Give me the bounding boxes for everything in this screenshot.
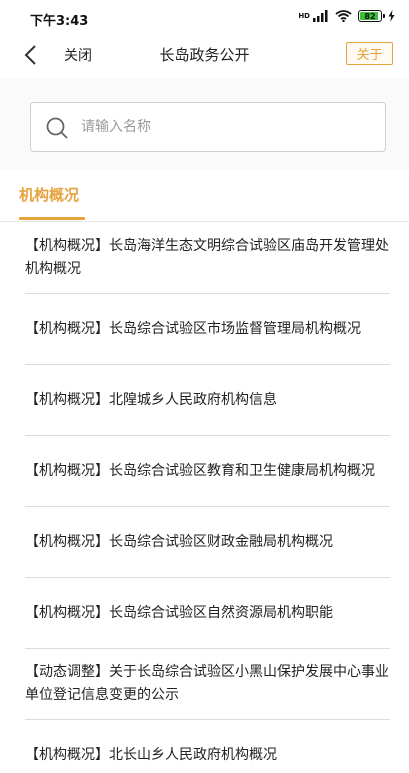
charging-icon — [388, 10, 395, 22]
wifi-icon — [335, 10, 352, 22]
list-item-title: 【机构概况】北隍城乡人民政府机构信息 — [25, 391, 277, 408]
close-button[interactable]: 关闭 — [64, 45, 92, 65]
status-bar: 下午3:43 HD 82 — [0, 0, 409, 36]
list-item[interactable]: 【机构概况】北长山乡人民政府机构概况 — [25, 720, 390, 773]
search-box[interactable] — [30, 102, 386, 152]
navigation-bar: 关闭 长岛政务公开 关于 — [0, 36, 409, 78]
article-list: 【机构概况】长岛海洋生态文明综合试验区庙岛开发管理处机构概况 【机构概况】长岛综… — [0, 223, 409, 773]
list-item-title: 【机构概况】长岛海洋生态文明综合试验区庙岛开发管理处机构概况 — [25, 238, 389, 277]
list-item[interactable]: 【机构概况】长岛海洋生态文明综合试验区庙岛开发管理处机构概况 — [25, 223, 390, 294]
battery-indicator: 82 — [358, 10, 385, 22]
network-type-label: HD — [298, 11, 310, 20]
battery-level-text: 82 — [364, 11, 376, 21]
status-icons: HD 82 — [298, 10, 395, 22]
list-item-title: 【机构概况】长岛综合试验区教育和卫生健康局机构概况 — [25, 462, 375, 479]
list-item[interactable]: 【机构概况】北隍城乡人民政府机构信息 — [25, 365, 390, 436]
tab-bar: 机构概况 — [0, 170, 409, 222]
search-input[interactable] — [81, 103, 381, 151]
list-item[interactable]: 【机构概况】长岛综合试验区财政金融局机构概况 — [25, 507, 390, 578]
about-button[interactable]: 关于 — [346, 42, 393, 65]
tab-institution-overview[interactable]: 机构概况 — [19, 184, 79, 205]
list-item[interactable]: 【机构概况】长岛综合试验区市场监督管理局机构概况 — [25, 294, 390, 365]
search-icon — [46, 117, 68, 139]
list-item-title: 【机构概况】长岛综合试验区自然资源局机构职能 — [25, 604, 333, 621]
list-item-title: 【机构概况】长岛综合试验区市场监督管理局机构概况 — [25, 320, 361, 337]
tab-active-indicator — [19, 217, 85, 220]
list-item[interactable]: 【机构概况】长岛综合试验区自然资源局机构职能 — [25, 578, 390, 649]
list-item[interactable]: 【机构概况】长岛综合试验区教育和卫生健康局机构概况 — [25, 436, 390, 507]
search-area — [0, 78, 409, 170]
signal-icon — [313, 10, 328, 22]
list-item-title: 【机构概况】北长山乡人民政府机构概况 — [25, 747, 277, 763]
list-item[interactable]: 【动态调整】关于长岛综合试验区小黑山保护发展中心事业单位登记信息变更的公示 — [25, 649, 390, 720]
list-item-title: 【动态调整】关于长岛综合试验区小黑山保护发展中心事业单位登记信息变更的公示 — [25, 664, 389, 703]
status-time: 下午3:43 — [30, 14, 89, 29]
chevron-left-icon[interactable] — [20, 43, 44, 67]
list-item-title: 【机构概况】长岛综合试验区财政金融局机构概况 — [25, 533, 333, 550]
